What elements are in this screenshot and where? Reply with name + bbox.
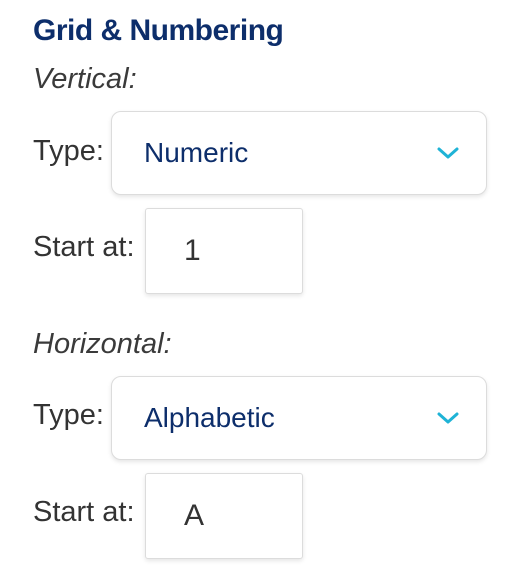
- vertical-start-input[interactable]: [145, 208, 303, 294]
- horizontal-type-value: Alphabetic: [144, 402, 275, 433]
- vertical-section-label: Vertical:: [33, 63, 137, 95]
- horizontal-section-label: Horizontal:: [33, 328, 172, 360]
- chevron-down-icon: [437, 412, 459, 424]
- grid-numbering-panel: Grid & Numbering Vertical: Type: Numeric…: [0, 0, 520, 584]
- horizontal-type-label: Type:: [33, 399, 104, 431]
- vertical-type-select[interactable]: Numeric: [111, 111, 487, 195]
- horizontal-type-select[interactable]: Alphabetic: [111, 376, 487, 460]
- vertical-start-label: Start at:: [33, 231, 135, 263]
- vertical-type-label: Type:: [33, 135, 104, 167]
- chevron-down-icon: [437, 147, 459, 159]
- panel-title: Grid & Numbering: [33, 14, 284, 47]
- horizontal-start-label: Start at:: [33, 496, 135, 528]
- vertical-type-value: Numeric: [144, 137, 249, 168]
- horizontal-start-input[interactable]: [145, 473, 303, 559]
